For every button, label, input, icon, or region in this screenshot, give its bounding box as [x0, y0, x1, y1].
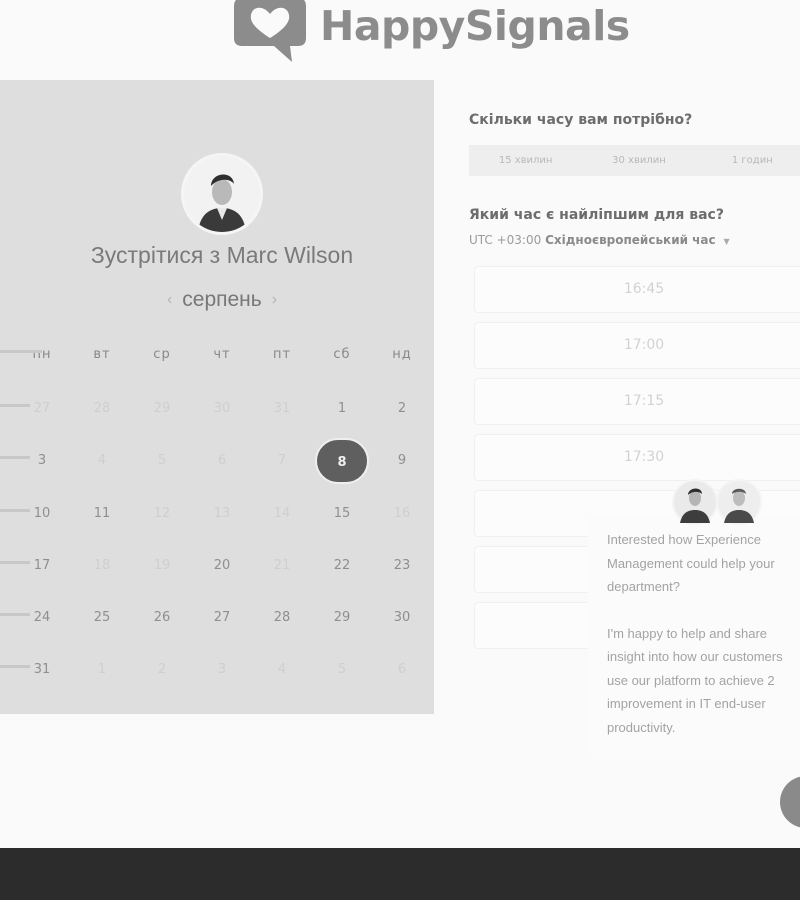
weekday-label: нд: [392, 347, 412, 362]
calendar-day: 5: [337, 662, 347, 677]
time-slot[interactable]: 17:15: [474, 378, 800, 425]
selected-day[interactable]: 8: [315, 438, 369, 484]
host-avatar: [181, 153, 263, 235]
chevron-left-icon[interactable]: ‹: [167, 291, 172, 308]
calendar-panel: Зустрітися з Marc Wilson ‹ серпень › пн вт с…: [0, 80, 434, 714]
calendar-day[interactable]: 20: [202, 558, 242, 573]
weekday-label: чт: [213, 347, 231, 362]
duration-option[interactable]: 1 годин: [696, 155, 800, 166]
chat-message-line: productivity.: [607, 719, 676, 735]
calendar-day: 3: [217, 662, 227, 677]
duration-option[interactable]: 15 хвилин: [469, 155, 582, 166]
chat-message-line: use our platform to achieve 2: [607, 672, 775, 688]
month-navigator: ‹ серпень ›: [0, 288, 444, 312]
footer-bar: [0, 848, 800, 900]
calendar-day: 31: [273, 401, 291, 416]
time-slot[interactable]: 17:00: [474, 322, 800, 369]
calendar-day: 6: [397, 662, 407, 677]
calendar-day[interactable]: 1: [322, 401, 362, 416]
timezone-name: Східноєвропейський час: [545, 233, 716, 247]
chat-popup[interactable]: Interested how Experience Management cou…: [588, 515, 800, 753]
chat-agents-avatars: [672, 479, 762, 525]
month-label: серпень: [182, 288, 262, 311]
chat-message-line: I'm happy to help and share: [607, 625, 768, 641]
calendar-day: 18: [93, 558, 111, 573]
row-divider: [0, 613, 30, 616]
weekday-label: ср: [153, 347, 171, 362]
calendar-day[interactable]: 29: [322, 610, 362, 625]
calendar-day[interactable]: 2: [382, 401, 422, 416]
calendar-day[interactable]: 30: [382, 610, 422, 625]
time-slot[interactable]: 17:30: [474, 434, 800, 481]
calendar-day[interactable]: 23: [382, 558, 422, 573]
chat-message-line: insight into how our customers: [607, 649, 783, 664]
calendar-day: 28: [93, 401, 111, 416]
time-question: Який час є найліпшим для вас?: [469, 207, 724, 223]
weekday-label: сб: [333, 347, 351, 362]
row-divider: [0, 404, 30, 407]
calendar-day[interactable]: 9: [382, 453, 422, 468]
calendar-day: 1: [97, 662, 107, 677]
calendar-day: 30: [213, 401, 231, 416]
calendar-day: 7: [277, 453, 287, 468]
chat-message-line: improvement in IT end-user: [607, 696, 766, 711]
calendar-day: 14: [273, 506, 291, 521]
calendar-day[interactable]: 15: [322, 506, 362, 521]
calendar-day: 4: [277, 662, 287, 677]
time-slot[interactable]: 16:45: [474, 266, 800, 313]
chat-message-line: Management could help your: [607, 555, 775, 571]
row-divider: [0, 509, 30, 512]
caret-down-icon: ▼: [723, 237, 730, 246]
agent-avatar: [672, 479, 718, 525]
row-divider: [0, 350, 42, 353]
calendar-day[interactable]: 11: [82, 506, 122, 521]
calendar-day: 2: [157, 662, 167, 677]
calendar-day[interactable]: 25: [82, 610, 122, 625]
calendar-day: 4: [97, 453, 107, 468]
calendar-day: 19: [153, 558, 171, 573]
calendar-day: 21: [273, 558, 291, 573]
calendar-day: 6: [217, 453, 227, 468]
row-divider: [0, 456, 30, 459]
duration-question: Скільки часу вам потрібно?: [469, 112, 693, 128]
heart-chat-icon: [234, 0, 306, 62]
meeting-title: Зустрітися з Marc Wilson: [90, 242, 354, 268]
duration-selector: 15 хвилин 30 хвилин 1 годин: [469, 145, 800, 176]
calendar-day[interactable]: 22: [322, 558, 362, 573]
calendar-day: 12: [153, 506, 171, 521]
calendar-day: 13: [213, 506, 231, 521]
timezone-offset: UTC +03:00: [469, 233, 542, 247]
chat-message-line: Interested how Experience: [607, 532, 761, 547]
timezone-selector[interactable]: UTC +03:00 Східноєвропейський час ▼: [469, 233, 730, 247]
person-photo-icon: [184, 156, 260, 232]
calendar-day[interactable]: 27: [202, 610, 242, 625]
calendar-day: 16: [393, 506, 411, 521]
chat-launcher-button[interactable]: [780, 776, 800, 828]
calendar-day[interactable]: 26: [142, 610, 182, 625]
row-divider: [0, 665, 30, 668]
agent-avatar: [716, 479, 762, 525]
weekday-label: вт: [93, 347, 111, 362]
page: HappySignals Зустрітися з Marc Wilson ‹ с…: [0, 0, 800, 900]
weekday-label: пт: [272, 347, 292, 362]
calendar-day[interactable]: 28: [262, 610, 302, 625]
calendar-day: 5: [157, 453, 167, 468]
chat-message-line: department?: [607, 579, 680, 594]
row-divider: [0, 561, 30, 564]
brand-name: HappySignals: [320, 2, 630, 50]
chevron-right-icon[interactable]: ›: [272, 291, 277, 308]
duration-option[interactable]: 30 хвилин: [582, 155, 695, 166]
calendar-day: 29: [153, 401, 171, 416]
